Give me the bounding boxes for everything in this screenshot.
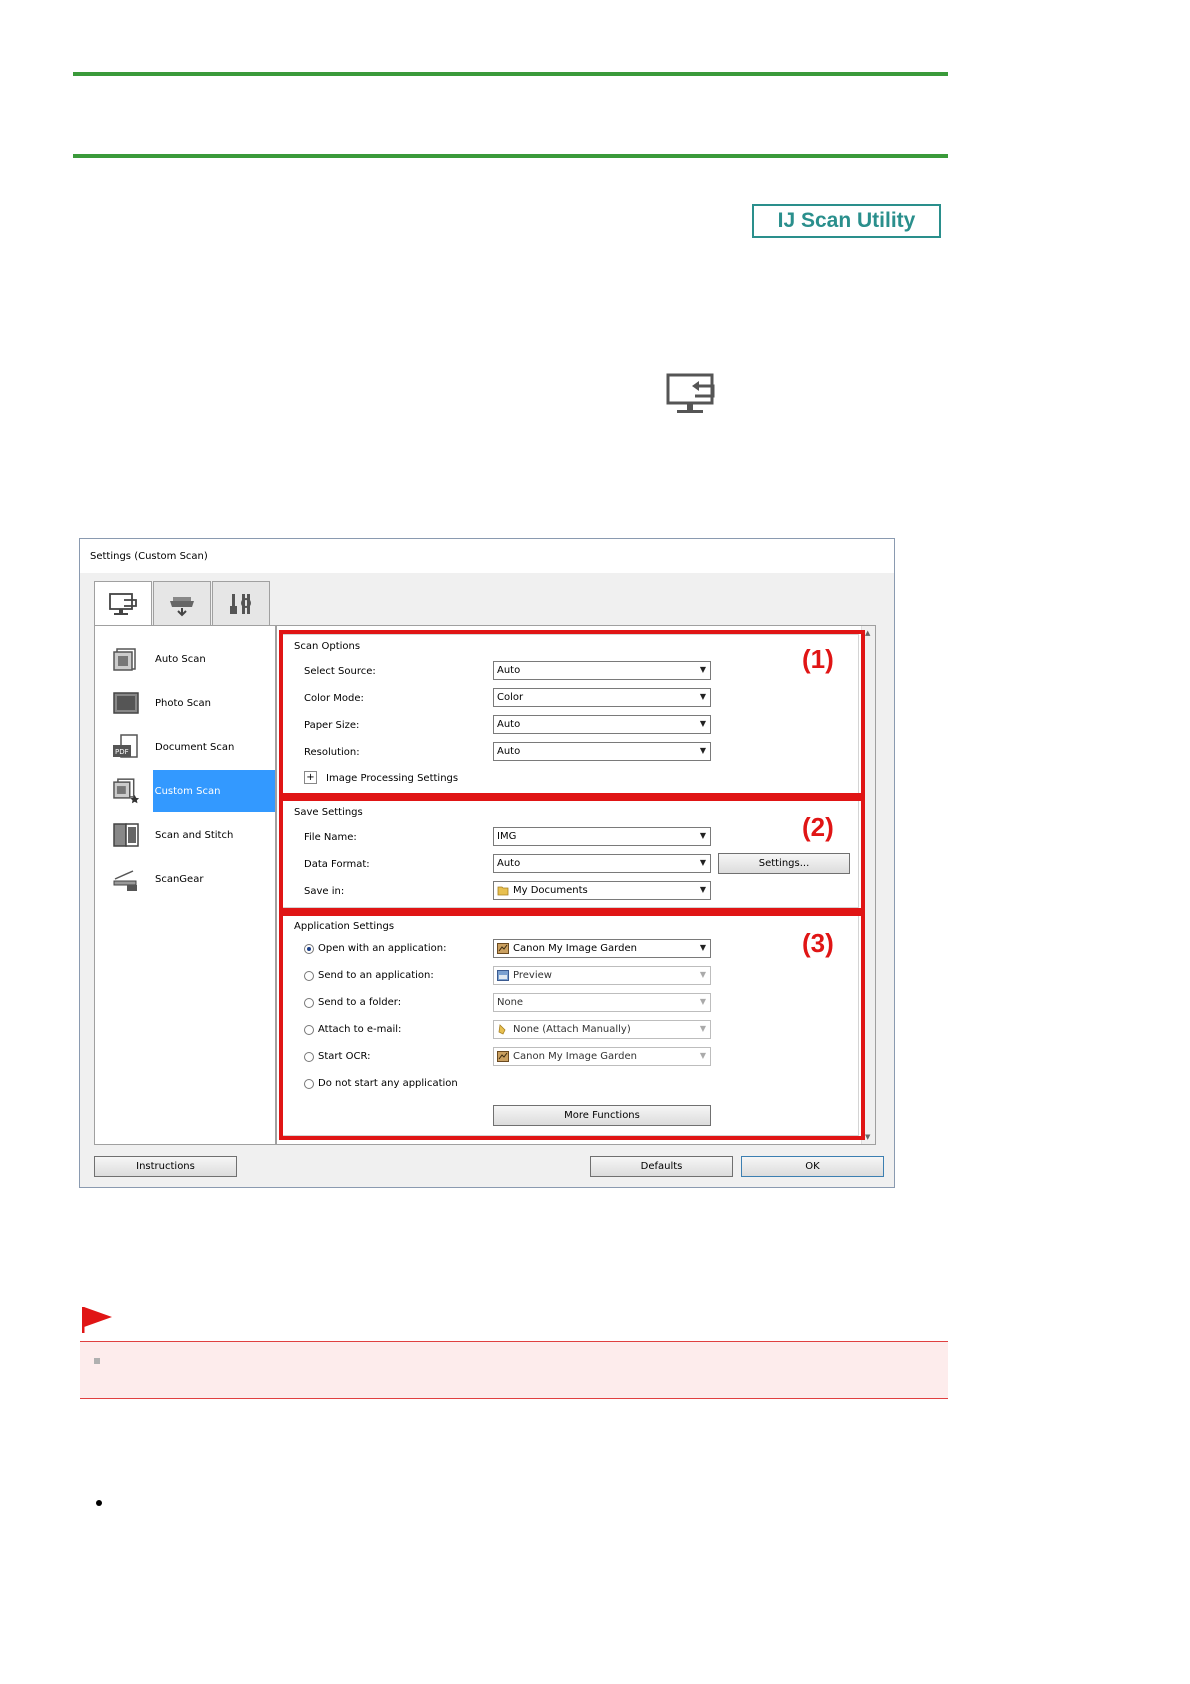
instructions-button[interactable]: Instructions bbox=[94, 1156, 237, 1177]
nav-label: Document Scan bbox=[155, 741, 235, 753]
dialog-tabs bbox=[94, 581, 271, 627]
document-scan-icon: PDF bbox=[113, 734, 138, 758]
auto-scan-icon bbox=[113, 648, 136, 671]
scan-type-list: Auto Scan Photo Scan PDF Document Scan C… bbox=[94, 625, 276, 1145]
nav-label: ScanGear bbox=[155, 873, 204, 885]
nav-item-custom-scan[interactable]: Custom Scan bbox=[95, 770, 275, 812]
scroll-up-icon[interactable]: ▲ bbox=[865, 629, 870, 637]
important-flag-icon bbox=[82, 1307, 112, 1333]
photo-scan-icon bbox=[113, 692, 139, 714]
scan-from-computer-icon bbox=[666, 373, 715, 413]
nav-label: Photo Scan bbox=[155, 697, 212, 709]
note-bullet bbox=[94, 1358, 100, 1364]
header-rule-top bbox=[73, 72, 948, 76]
callout-label-1: (1) bbox=[802, 644, 834, 674]
callout-label-3: (3) bbox=[802, 928, 834, 958]
callout-box-1 bbox=[279, 630, 865, 797]
tab-scan-from-computer[interactable] bbox=[94, 581, 152, 627]
nav-label: Custom Scan bbox=[152, 770, 275, 812]
defaults-button[interactable]: Defaults bbox=[590, 1156, 733, 1177]
nav-item-scangear[interactable]: ScanGear bbox=[95, 858, 275, 900]
general-settings-icon bbox=[230, 593, 251, 614]
settings-panel: ▲ ▼ Scan Options Select Source: Auto ▼ Co… bbox=[276, 625, 876, 1145]
header-rule-bottom bbox=[73, 154, 948, 158]
nav-item-scan-and-stitch[interactable]: Scan and Stitch bbox=[95, 814, 275, 856]
callout-box-2 bbox=[279, 797, 865, 912]
tab-scan-from-operation-panel[interactable] bbox=[153, 581, 211, 625]
callout-label-2: (2) bbox=[802, 812, 834, 842]
nav-item-photo-scan[interactable]: Photo Scan bbox=[95, 682, 275, 724]
nav-item-document-scan[interactable]: PDF Document Scan bbox=[95, 726, 275, 768]
custom-scan-icon bbox=[113, 778, 140, 804]
ok-button[interactable]: OK bbox=[741, 1156, 884, 1177]
scan-from-operation-panel-icon bbox=[170, 596, 194, 616]
list-bullet bbox=[96, 1500, 102, 1506]
dialog-title: Settings (Custom Scan) bbox=[80, 539, 894, 573]
nav-item-auto-scan[interactable]: Auto Scan bbox=[95, 638, 275, 680]
important-note-box bbox=[80, 1341, 948, 1399]
scangear-icon bbox=[113, 870, 137, 891]
scan-from-computer-icon bbox=[109, 592, 137, 615]
nav-label: Auto Scan bbox=[155, 653, 206, 665]
scroll-down-icon[interactable]: ▼ bbox=[865, 1133, 870, 1141]
ij-scan-utility-badge: IJ Scan Utility bbox=[752, 204, 941, 238]
svg-text:PDF: PDF bbox=[115, 748, 129, 756]
nav-label: Scan and Stitch bbox=[155, 829, 234, 841]
settings-dialog: Settings (Custom Scan) Auto Scan Photo S… bbox=[79, 538, 895, 1188]
callout-box-3 bbox=[279, 912, 865, 1140]
scan-and-stitch-icon bbox=[113, 823, 139, 847]
tab-general-settings[interactable] bbox=[212, 581, 270, 625]
